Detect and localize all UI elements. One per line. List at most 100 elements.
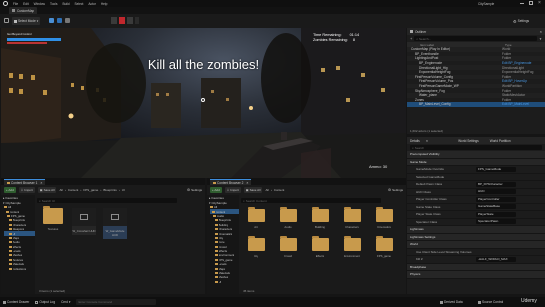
tree-folder-item[interactable]: UI [210, 280, 239, 284]
folder-tile[interactable]: Environment [341, 236, 363, 258]
outliner-row[interactable]: BP_Eventhandle Folder [407, 52, 545, 57]
settings-button[interactable]: ⚙ Settings [511, 17, 531, 25]
world-partition-tab[interactable]: World Partition [490, 139, 511, 143]
close-icon[interactable]: × [426, 138, 428, 143]
source-control-button[interactable]: Source Control [478, 300, 503, 304]
game-viewport[interactable]: Get Beyond Control Time Remaining: 01:14… [1, 28, 406, 178]
eject-button[interactable] [127, 17, 133, 24]
details-property-value[interactable]: FPS_GameMode [476, 166, 516, 172]
outliner-row[interactable]: Zones Folder [407, 98, 545, 103]
cb1-settings-button[interactable]: ⚙ Settings [187, 188, 202, 192]
details-property-value[interactable]: -HALF_WORLD_MAX [476, 256, 516, 262]
close-icon[interactable]: × [540, 29, 542, 34]
cb2-search-input[interactable]: ⌕ Search Content [241, 198, 381, 203]
outliner-row[interactable]: FirstPersonVolume_Config Folder [407, 74, 545, 80]
maximize-button[interactable] [529, 1, 533, 5]
close-icon[interactable]: × [246, 181, 248, 185]
folder-tile[interactable]: Art [245, 207, 267, 229]
cb2-tab[interactable]: Content Browser 2 × [210, 179, 252, 185]
details-property-row[interactable]: HUD Class HUD [407, 189, 545, 196]
details-section-header[interactable]: Precomputed Visibility [407, 151, 545, 159]
outliner-tab[interactable]: Outliner [415, 30, 426, 34]
cb2-settings-button[interactable]: ⚙ Settings [388, 188, 403, 192]
cb1-import-button[interactable]: ⇩ Import [18, 187, 35, 193]
outliner-row[interactable]: BP_MainLevel_Config Edit BP_MainLevel [407, 102, 545, 107]
folder-tile[interactable]: Building [309, 207, 331, 229]
outliner-row[interactable]: Water_plane StaticMeshActor [407, 92, 545, 98]
details-section-header[interactable]: Lightmass [407, 226, 545, 234]
outliner-row[interactable]: CustomMap (Play In Editor) World [407, 47, 545, 52]
add-actor-icon[interactable]: + [410, 36, 412, 41]
asset-tile[interactable]: Textures [41, 206, 65, 231]
folder-tile[interactable]: Cinematics [373, 207, 395, 229]
breadcrumb-item[interactable]: FPS_game [83, 188, 98, 192]
menu-select[interactable]: Select [75, 2, 84, 6]
details-property-row[interactable]: Spectator Class SpectatorPawn [407, 219, 545, 226]
cmd-dropdown[interactable]: Cmd ▾ [61, 300, 70, 304]
details-property-value[interactable]: BP_FPSCharacter [476, 181, 516, 187]
level-tab[interactable]: CustomMap [9, 7, 38, 14]
minimize-button[interactable] [520, 3, 524, 4]
details-section-header[interactable]: Lightmass Settings [407, 233, 545, 241]
col-type[interactable]: Type [505, 43, 512, 47]
details-property-row[interactable]: Selected GameMode [407, 174, 545, 181]
folder-tile[interactable]: Crowd [277, 236, 299, 258]
breadcrumb-item[interactable]: All [265, 188, 268, 192]
select-mode-dropdown[interactable]: Select Mode ▾ [12, 17, 41, 25]
breadcrumb-item[interactable]: Blueprints [103, 188, 116, 192]
details-property-value[interactable]: GameStateBase [476, 204, 516, 210]
menu-actor[interactable]: Actor [88, 2, 95, 6]
details-section-header[interactable]: Broadphase [407, 263, 545, 271]
cinematics-icon[interactable] [65, 18, 70, 23]
stop-button[interactable] [119, 17, 125, 24]
content-shortcut-icon[interactable] [49, 18, 54, 23]
outliner-row[interactable]: DirectionalLight_Hig DirectionalLight [407, 65, 545, 70]
outliner-row[interactable]: FirstPersonGameMode_WP WorldPartition [407, 83, 545, 89]
menu-help[interactable]: Help [101, 2, 108, 6]
outliner-row[interactable]: SkyAtmosphere_Fog Folder [407, 88, 545, 93]
outliner-row[interactable]: LightingAndPost Folder [407, 56, 545, 61]
close-icon[interactable]: × [40, 181, 42, 185]
cb2-import-button[interactable]: ⇩ Import [224, 187, 241, 193]
cb1-search-input[interactable]: ⌕ Search UI [37, 198, 177, 203]
breadcrumb-item[interactable]: Content [68, 188, 79, 192]
details-search-input[interactable]: ⌕ Search [410, 145, 542, 150]
menu-edit[interactable]: Edit [23, 2, 29, 6]
details-property-row[interactable]: Default Pawn Class BP_FPSCharacter [407, 181, 545, 189]
folder-tile[interactable]: Effects [309, 236, 331, 258]
menu-build[interactable]: Build [62, 2, 69, 6]
cb1-tab[interactable]: Content Browser 1 × [4, 179, 46, 185]
play-options-icon[interactable] [135, 17, 139, 24]
output-log-button[interactable]: Output Log [35, 300, 55, 304]
content-drawer-button[interactable]: Content Drawer [3, 300, 29, 304]
menu-file[interactable]: File [13, 2, 18, 6]
tree-folder-item[interactable]: Collections [4, 266, 35, 271]
blueprint-icon[interactable] [57, 18, 62, 23]
world-settings-tab[interactable]: World Settings [458, 139, 479, 143]
outliner-row[interactable]: ExponentialHeightFog ExponentialHeightFog [407, 70, 545, 75]
details-property-value[interactable]: SpectatorPawn [476, 219, 516, 225]
folder-tile[interactable]: City [245, 236, 267, 258]
outliner-row[interactable]: BP_Enginenode Edit BP_Enginenode [407, 61, 545, 66]
details-property-row[interactable]: Use Client Side Level Streaming Volumes [407, 249, 545, 256]
pause-button[interactable] [111, 17, 117, 24]
col-item-label[interactable]: Item Label [410, 43, 505, 47]
folder-tile[interactable]: Audio [277, 207, 299, 229]
cb2-add-button[interactable]: + Add [210, 187, 222, 193]
breadcrumb-item[interactable]: UI [122, 188, 125, 192]
details-tab[interactable]: Details [410, 139, 420, 143]
details-section-header[interactable]: World [407, 241, 545, 249]
breadcrumb-item[interactable]: Content [274, 188, 285, 192]
details-property-value[interactable]: HUD [476, 189, 516, 195]
filter-icon[interactable]: ▼ [539, 37, 542, 41]
menu-window[interactable]: Window [34, 2, 45, 6]
details-property-row[interactable]: Game State Class GameStateBase [407, 204, 545, 211]
details-property-row[interactable]: Player Controller Class PlayerController [407, 196, 545, 204]
asset-tile[interactable]: W_Crosshair HUD [72, 208, 96, 235]
folder-tile[interactable]: FPS_game [373, 236, 395, 258]
cb1-add-button[interactable]: + Add [4, 187, 16, 193]
console-input[interactable]: Enter Console Command [76, 299, 157, 305]
details-section-header[interactable]: Game Mode [407, 158, 545, 166]
cb2-save-all-button[interactable]: ▣ Save All [243, 187, 263, 193]
details-section-header[interactable]: Physics [407, 271, 545, 279]
